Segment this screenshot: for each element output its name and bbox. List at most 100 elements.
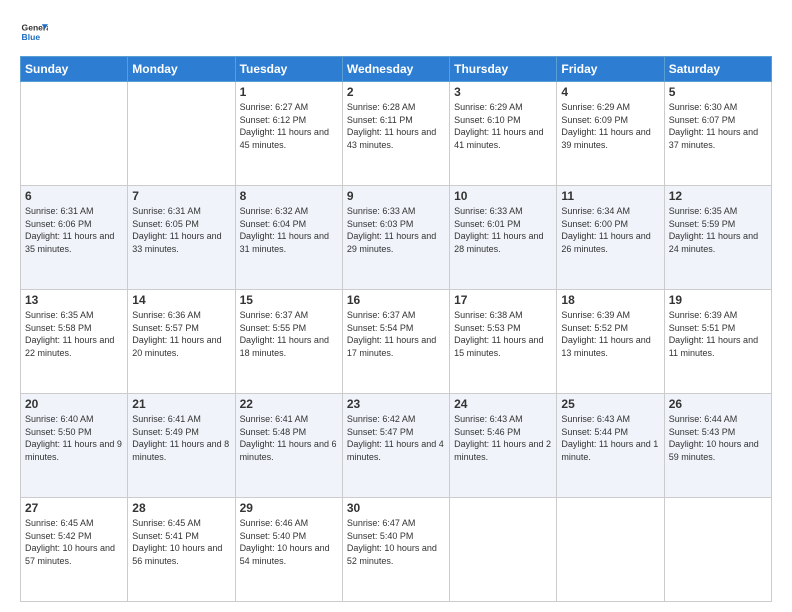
day-info: Sunrise: 6:31 AMSunset: 6:05 PMDaylight:… — [132, 205, 230, 255]
day-info: Sunrise: 6:33 AMSunset: 6:03 PMDaylight:… — [347, 205, 445, 255]
day-number: 12 — [669, 189, 767, 203]
calendar-cell: 9 Sunrise: 6:33 AMSunset: 6:03 PMDaylight… — [342, 186, 449, 290]
col-header-tuesday: Tuesday — [235, 57, 342, 82]
day-number: 3 — [454, 85, 552, 99]
day-number: 1 — [240, 85, 338, 99]
day-number: 13 — [25, 293, 123, 307]
day-number: 16 — [347, 293, 445, 307]
calendar-cell: 17 Sunrise: 6:38 AMSunset: 5:53 PMDayligh… — [450, 290, 557, 394]
day-info: Sunrise: 6:34 AMSunset: 6:00 PMDaylight:… — [561, 205, 659, 255]
calendar-cell: 22 Sunrise: 6:41 AMSunset: 5:48 PMDayligh… — [235, 394, 342, 498]
calendar-cell: 1 Sunrise: 6:27 AMSunset: 6:12 PMDaylight… — [235, 82, 342, 186]
logo-icon: General Blue — [20, 18, 48, 46]
calendar-cell: 13 Sunrise: 6:35 AMSunset: 5:58 PMDayligh… — [21, 290, 128, 394]
col-header-monday: Monday — [128, 57, 235, 82]
day-number: 25 — [561, 397, 659, 411]
day-info: Sunrise: 6:27 AMSunset: 6:12 PMDaylight:… — [240, 101, 338, 151]
day-number: 10 — [454, 189, 552, 203]
day-info: Sunrise: 6:36 AMSunset: 5:57 PMDaylight:… — [132, 309, 230, 359]
calendar-cell: 26 Sunrise: 6:44 AMSunset: 5:43 PMDayligh… — [664, 394, 771, 498]
day-number: 19 — [669, 293, 767, 307]
day-info: Sunrise: 6:35 AMSunset: 5:59 PMDaylight:… — [669, 205, 767, 255]
day-number: 21 — [132, 397, 230, 411]
calendar-cell: 12 Sunrise: 6:35 AMSunset: 5:59 PMDayligh… — [664, 186, 771, 290]
day-info: Sunrise: 6:42 AMSunset: 5:47 PMDaylight:… — [347, 413, 445, 463]
header: General Blue — [20, 18, 772, 46]
day-number: 20 — [25, 397, 123, 411]
day-number: 30 — [347, 501, 445, 515]
day-number: 15 — [240, 293, 338, 307]
day-number: 18 — [561, 293, 659, 307]
day-info: Sunrise: 6:39 AMSunset: 5:51 PMDaylight:… — [669, 309, 767, 359]
day-number: 26 — [669, 397, 767, 411]
day-number: 22 — [240, 397, 338, 411]
day-number: 24 — [454, 397, 552, 411]
day-number: 6 — [25, 189, 123, 203]
day-number: 9 — [347, 189, 445, 203]
day-info: Sunrise: 6:37 AMSunset: 5:54 PMDaylight:… — [347, 309, 445, 359]
calendar-cell: 20 Sunrise: 6:40 AMSunset: 5:50 PMDayligh… — [21, 394, 128, 498]
day-number: 14 — [132, 293, 230, 307]
calendar-cell — [21, 82, 128, 186]
day-number: 5 — [669, 85, 767, 99]
day-info: Sunrise: 6:33 AMSunset: 6:01 PMDaylight:… — [454, 205, 552, 255]
calendar-cell: 25 Sunrise: 6:43 AMSunset: 5:44 PMDayligh… — [557, 394, 664, 498]
day-info: Sunrise: 6:41 AMSunset: 5:48 PMDaylight:… — [240, 413, 338, 463]
calendar-cell: 24 Sunrise: 6:43 AMSunset: 5:46 PMDayligh… — [450, 394, 557, 498]
day-info: Sunrise: 6:32 AMSunset: 6:04 PMDaylight:… — [240, 205, 338, 255]
calendar-table: SundayMondayTuesdayWednesdayThursdayFrid… — [20, 56, 772, 602]
calendar-cell: 27 Sunrise: 6:45 AMSunset: 5:42 PMDayligh… — [21, 498, 128, 602]
day-info: Sunrise: 6:35 AMSunset: 5:58 PMDaylight:… — [25, 309, 123, 359]
calendar-cell: 18 Sunrise: 6:39 AMSunset: 5:52 PMDayligh… — [557, 290, 664, 394]
day-info: Sunrise: 6:47 AMSunset: 5:40 PMDaylight:… — [347, 517, 445, 567]
calendar-cell — [557, 498, 664, 602]
day-info: Sunrise: 6:37 AMSunset: 5:55 PMDaylight:… — [240, 309, 338, 359]
day-info: Sunrise: 6:30 AMSunset: 6:07 PMDaylight:… — [669, 101, 767, 151]
day-info: Sunrise: 6:45 AMSunset: 5:41 PMDaylight:… — [132, 517, 230, 567]
calendar-cell: 15 Sunrise: 6:37 AMSunset: 5:55 PMDayligh… — [235, 290, 342, 394]
day-info: Sunrise: 6:40 AMSunset: 5:50 PMDaylight:… — [25, 413, 123, 463]
day-info: Sunrise: 6:44 AMSunset: 5:43 PMDaylight:… — [669, 413, 767, 463]
day-number: 28 — [132, 501, 230, 515]
calendar-cell — [128, 82, 235, 186]
calendar-cell: 6 Sunrise: 6:31 AMSunset: 6:06 PMDaylight… — [21, 186, 128, 290]
calendar-cell: 11 Sunrise: 6:34 AMSunset: 6:00 PMDayligh… — [557, 186, 664, 290]
calendar-cell: 16 Sunrise: 6:37 AMSunset: 5:54 PMDayligh… — [342, 290, 449, 394]
col-header-friday: Friday — [557, 57, 664, 82]
day-info: Sunrise: 6:43 AMSunset: 5:46 PMDaylight:… — [454, 413, 552, 463]
calendar-cell: 28 Sunrise: 6:45 AMSunset: 5:41 PMDayligh… — [128, 498, 235, 602]
day-info: Sunrise: 6:29 AMSunset: 6:10 PMDaylight:… — [454, 101, 552, 151]
calendar-cell — [664, 498, 771, 602]
calendar-cell: 3 Sunrise: 6:29 AMSunset: 6:10 PMDaylight… — [450, 82, 557, 186]
calendar-cell: 14 Sunrise: 6:36 AMSunset: 5:57 PMDayligh… — [128, 290, 235, 394]
col-header-thursday: Thursday — [450, 57, 557, 82]
calendar-cell: 21 Sunrise: 6:41 AMSunset: 5:49 PMDayligh… — [128, 394, 235, 498]
day-info: Sunrise: 6:39 AMSunset: 5:52 PMDaylight:… — [561, 309, 659, 359]
day-info: Sunrise: 6:45 AMSunset: 5:42 PMDaylight:… — [25, 517, 123, 567]
day-number: 27 — [25, 501, 123, 515]
calendar-cell: 2 Sunrise: 6:28 AMSunset: 6:11 PMDaylight… — [342, 82, 449, 186]
day-number: 11 — [561, 189, 659, 203]
day-info: Sunrise: 6:28 AMSunset: 6:11 PMDaylight:… — [347, 101, 445, 151]
calendar-cell: 5 Sunrise: 6:30 AMSunset: 6:07 PMDaylight… — [664, 82, 771, 186]
page: General Blue SundayMondayTuesdayWednesda… — [0, 0, 792, 612]
calendar-cell: 29 Sunrise: 6:46 AMSunset: 5:40 PMDayligh… — [235, 498, 342, 602]
day-number: 17 — [454, 293, 552, 307]
day-number: 2 — [347, 85, 445, 99]
col-header-saturday: Saturday — [664, 57, 771, 82]
calendar-cell: 19 Sunrise: 6:39 AMSunset: 5:51 PMDayligh… — [664, 290, 771, 394]
day-info: Sunrise: 6:46 AMSunset: 5:40 PMDaylight:… — [240, 517, 338, 567]
day-number: 8 — [240, 189, 338, 203]
svg-text:Blue: Blue — [22, 32, 41, 42]
day-info: Sunrise: 6:41 AMSunset: 5:49 PMDaylight:… — [132, 413, 230, 463]
day-info: Sunrise: 6:43 AMSunset: 5:44 PMDaylight:… — [561, 413, 659, 463]
day-number: 4 — [561, 85, 659, 99]
calendar-cell: 4Sunrise: 6:29 AMSunset: 6:09 PMDaylight… — [557, 82, 664, 186]
day-number: 23 — [347, 397, 445, 411]
day-info: Sunrise: 6:38 AMSunset: 5:53 PMDaylight:… — [454, 309, 552, 359]
calendar-cell: 10 Sunrise: 6:33 AMSunset: 6:01 PMDayligh… — [450, 186, 557, 290]
day-number: 7 — [132, 189, 230, 203]
day-number: 29 — [240, 501, 338, 515]
calendar-cell: 8 Sunrise: 6:32 AMSunset: 6:04 PMDaylight… — [235, 186, 342, 290]
day-info: Sunrise: 6:31 AMSunset: 6:06 PMDaylight:… — [25, 205, 123, 255]
